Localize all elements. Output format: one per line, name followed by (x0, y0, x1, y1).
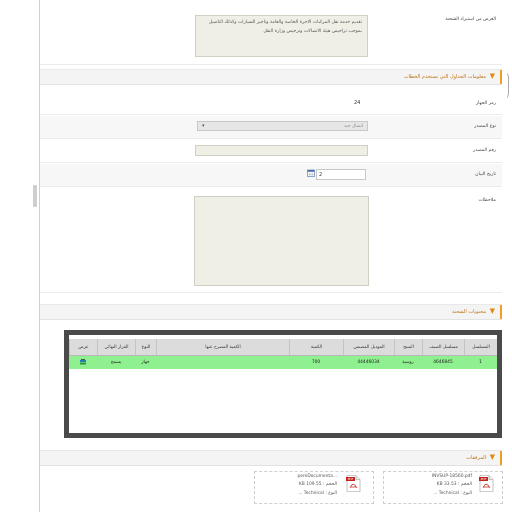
contents-table: المسلسل مسلسل الصنف المنتج الموديل المصن… (69, 335, 497, 433)
section-accent-bar (500, 305, 502, 319)
device-count-value: 24 (354, 100, 361, 106)
data-date-input[interactable]: 2 (316, 169, 366, 180)
section-accent-bar (500, 451, 502, 465)
pdf-file-icon[interactable]: PDF (479, 475, 494, 492)
attachment-size: الحجم : 109.55 KB (298, 482, 337, 487)
purpose-label: الغرض من استيراد الشحنة (445, 17, 496, 22)
column-header[interactable]: القرار النهائي (97, 339, 135, 355)
table-cell: جهاز (141, 360, 150, 365)
attachment-type: النوع : Technical ... (433, 491, 472, 496)
column-header[interactable]: المنتج (394, 339, 422, 355)
table-cell: يسمح (110, 360, 122, 365)
attachment-type: النوع : Technical ... (298, 491, 337, 496)
contents-section-header[interactable]: ▼ محتويات الشحنة (40, 304, 502, 320)
table-row[interactable]: 1 4646845 روسية 44446034 700 جهاز يسمح (69, 356, 497, 369)
notes-textarea[interactable] (194, 196, 369, 286)
main-page: الغرض من استيراد الشحنة تقديم خدمة نقل ا… (39, 0, 507, 512)
pdf-file-icon[interactable]: PDF (346, 475, 361, 492)
table-cell: 4646845 (433, 360, 453, 365)
column-header[interactable]: الموديل المصنعي (343, 339, 394, 355)
purpose-textarea[interactable]: تقديم خدمة نقل المركبات الاجرة الخاصة وا… (195, 15, 368, 57)
column-header[interactable]: النوع (135, 339, 156, 355)
attachments-section-title: المرفقات (466, 455, 486, 461)
attachment-item[interactable]: INVSUP-18560.pdf الحجم : 33.53 KB النوع … (383, 471, 503, 504)
notes-label: ملاحظات (478, 198, 496, 203)
contents-table-frame: المسلسل مسلسل الصنف المنتج الموديل المصن… (64, 330, 502, 438)
section-accent-bar (500, 70, 502, 84)
table-cell (156, 356, 289, 369)
scroll-handle[interactable] (33, 185, 37, 207)
svg-text:PDF: PDF (348, 477, 354, 481)
info-section-header[interactable]: ▼ معلومات الجداول التي تستخدم الخطاب (40, 69, 502, 85)
info-section-title: معلومات الجداول التي تستخدم الخطاب (403, 74, 486, 80)
table-cell: روسية (402, 360, 414, 365)
collapse-arrow-icon[interactable]: ▼ (490, 454, 495, 461)
calendar-icon[interactable] (307, 169, 315, 177)
column-header[interactable]: الكمية المصرح عنها (156, 339, 289, 355)
column-header[interactable]: عرض (69, 339, 97, 355)
attachment-name: INVSUP-18560.pdf (431, 474, 472, 479)
collapse-arrow-icon[interactable]: ▼ (490, 308, 495, 315)
collapse-arrow-icon[interactable]: ▼ (490, 73, 495, 80)
column-header[interactable]: الكمية (289, 339, 343, 355)
attachment-item[interactable]: ...pereDocumenta الحجم : 109.55 KB النوع… (254, 471, 374, 504)
attachments-section-header[interactable]: ▼ المرفقات (40, 450, 502, 466)
svg-text:PDF: PDF (481, 477, 487, 481)
table-cell: 1 (479, 360, 482, 365)
source-number-label: رقم المصدر (473, 148, 496, 153)
contents-section-title: محتويات الشحنة (452, 309, 486, 315)
chevron-down-icon: ▾ (202, 123, 205, 129)
source-type-row: نوع المصدر اتصال جيد ▾ (40, 116, 502, 139)
data-date-row: تاريخ البيان 2 (40, 164, 502, 187)
purpose-row: الغرض من استيراد الشحنة تقديم خدمة نقل ا… (40, 8, 502, 65)
table-header: المسلسل مسلسل الصنف المنتج الموديل المصن… (69, 339, 497, 356)
notes-row: ملاحظات (40, 188, 502, 293)
source-type-value: اتصال جيد (344, 124, 363, 129)
table-cell: 44446034 (357, 360, 380, 365)
attachment-size: الحجم : 33.53 KB (436, 482, 472, 487)
attachment-name: ...pereDocumenta (297, 474, 337, 479)
column-header[interactable]: مسلسل الصنف (422, 339, 464, 355)
view-icon[interactable] (69, 356, 97, 369)
column-header[interactable]: المسلسل (464, 339, 497, 355)
data-date-value: 2 (319, 172, 323, 178)
device-count-row: رمز الجهاز 24 (40, 94, 502, 115)
source-type-label: نوع المصدر (474, 124, 496, 129)
source-type-select[interactable]: اتصال جيد ▾ (197, 121, 368, 131)
device-count-label: رمز الجهاز (475, 101, 496, 106)
table-cell: 700 (311, 360, 321, 365)
source-number-row: رقم المصدر (40, 140, 502, 163)
source-number-input[interactable] (195, 145, 368, 156)
data-date-label: تاريخ البيان (475, 172, 496, 177)
